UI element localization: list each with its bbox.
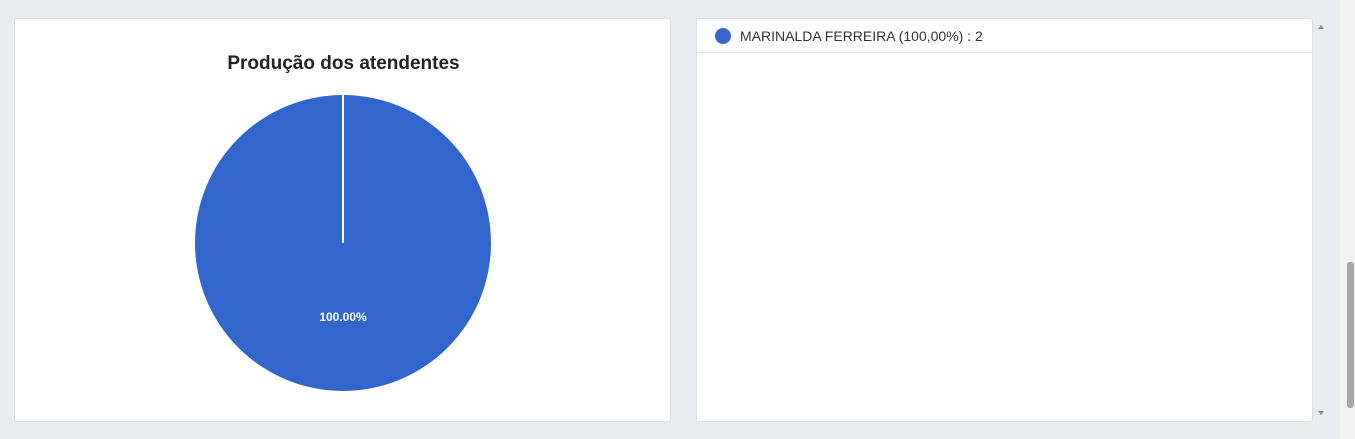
legend-item[interactable]: MARINALDA FERREIRA (100,00%) : 2 (697, 19, 1312, 53)
legend-panel: MARINALDA FERREIRA (100,00%) : 2 (696, 18, 1313, 422)
legend-scrollbar[interactable] (1313, 18, 1329, 422)
page-scrollbar[interactable] (1340, 0, 1355, 439)
scroll-down-arrow-icon[interactable] (1318, 411, 1324, 415)
chart-card: Produção dos atendentes 100.00% (14, 18, 671, 422)
scroll-up-arrow-icon[interactable] (1318, 25, 1324, 29)
pie-slice-label: 100.00% (319, 310, 367, 324)
legend-item-label: MARINALDA FERREIRA (100,00%) : 2 (740, 27, 983, 44)
legend-color-dot (715, 27, 731, 44)
page-scroll-thumb[interactable] (1347, 262, 1354, 408)
pie-chart: 100.00% (195, 95, 491, 391)
